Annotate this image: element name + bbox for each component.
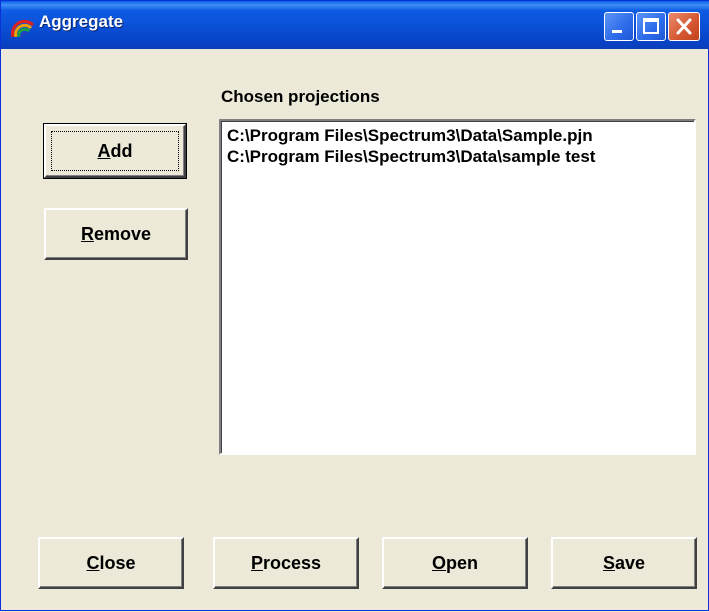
- save-button[interactable]: Save: [551, 537, 697, 589]
- focus-rectangle: [51, 131, 179, 171]
- close-icon: [676, 18, 692, 35]
- minimize-button[interactable]: [604, 12, 634, 41]
- aggregate-window: Aggregate Chosen projections C:\Program …: [0, 0, 709, 611]
- process-button[interactable]: Process: [213, 537, 359, 589]
- open-button[interactable]: Open: [382, 537, 528, 589]
- close-button[interactable]: Close: [38, 537, 184, 589]
- save-button-label: Save: [602, 552, 646, 573]
- list-item[interactable]: C:\Program Files\Spectrum3\Data\Sample.p…: [221, 125, 694, 146]
- close-button-label: Close: [86, 552, 136, 573]
- maximize-icon: [643, 18, 659, 34]
- remove-button-label: Remove: [80, 223, 152, 244]
- open-button-label: Open: [431, 552, 479, 573]
- window-title: Aggregate: [39, 12, 124, 31]
- maximize-button[interactable]: [636, 12, 666, 41]
- dialog-body: Chosen projections C:\Program Files\Spec…: [1, 49, 709, 612]
- process-button-label: Process: [250, 552, 322, 573]
- projections-listbox[interactable]: C:\Program Files\Spectrum3\Data\Sample.p…: [219, 119, 696, 455]
- close-window-button[interactable]: [668, 12, 700, 41]
- add-button[interactable]: Add: [43, 123, 187, 179]
- rainbow-icon: [11, 19, 35, 37]
- chosen-projections-label: Chosen projections: [221, 87, 380, 106]
- list-item[interactable]: C:\Program Files\Spectrum3\Data\sample t…: [221, 146, 694, 167]
- remove-button[interactable]: Remove: [44, 208, 188, 260]
- title-bar[interactable]: Aggregate: [1, 1, 709, 49]
- minimize-icon: [612, 30, 622, 33]
